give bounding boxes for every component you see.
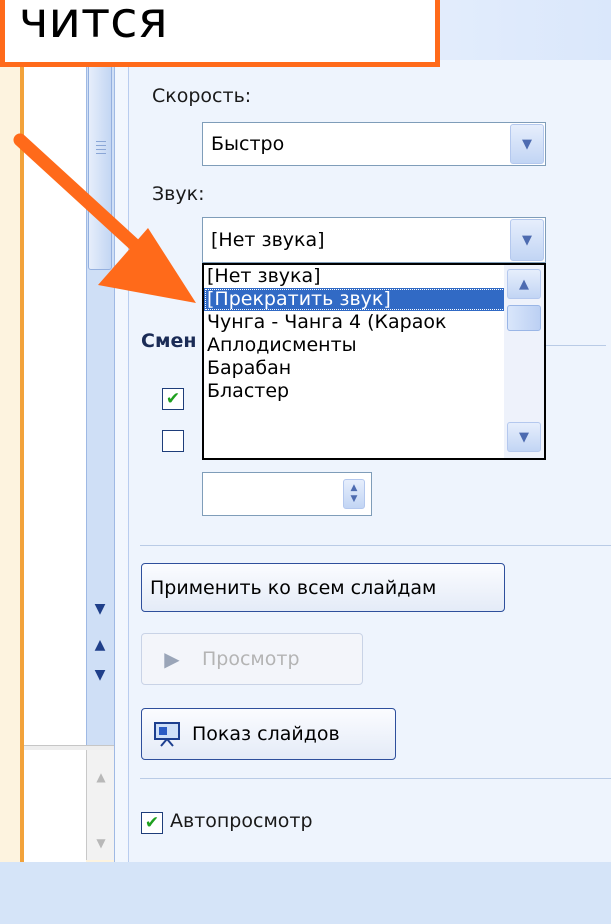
preview-button[interactable]: ▶ Просмотр <box>141 633 363 685</box>
scrollbar-grip-line <box>96 141 106 142</box>
time-spinner[interactable]: ▲ ▼ <box>202 472 372 516</box>
scrollbar-grip-line <box>96 145 106 146</box>
spinner-arrows-icon[interactable]: ▲ ▼ <box>343 479 365 509</box>
window-left-margin <box>0 0 20 924</box>
section-divider <box>140 778 611 779</box>
status-bar-area <box>0 862 611 924</box>
sound-option-item[interactable]: Аплодисменты <box>204 334 544 357</box>
notes-scroll-down-icon[interactable]: ▼ <box>89 830 113 856</box>
sound-value: [Нет звука] <box>211 229 325 251</box>
play-icon: ▶ <box>164 647 180 671</box>
check-icon: ✔ <box>165 389 181 409</box>
speed-dropdown[interactable]: Быстро ▼ <box>202 122 546 166</box>
autopreview-checkbox[interactable]: ✔ <box>141 812 163 834</box>
chevron-down-icon[interactable]: ▼ <box>510 124 544 164</box>
sound-option-item[interactable]: [Нет звука] <box>204 265 544 288</box>
preview-label: Просмотр <box>202 648 300 670</box>
list-scroll-down-icon[interactable]: ▼ <box>507 422 541 452</box>
apply-to-all-button[interactable]: Применить ко всем слайдам <box>141 563 505 612</box>
sound-option-item[interactable]: [Прекратить звук] <box>204 288 544 311</box>
slideshow-icon <box>142 721 192 747</box>
scrollbar-buttons: ▼ ▲ ▼ <box>86 596 114 716</box>
notes-scrollbar[interactable]: ▲ ▼ <box>86 750 115 860</box>
change-section-label: Смен <box>141 330 197 352</box>
advance-on-click-checkbox[interactable]: ✔ <box>162 388 184 410</box>
sound-options-items: [Нет звука] [Прекратить звук] Чунга - Чанг… <box>204 265 544 403</box>
chevron-down-icon[interactable]: ▼ <box>510 219 544 261</box>
previous-slide-icon[interactable]: ▲ <box>88 632 112 658</box>
speed-value: Быстро <box>211 133 285 155</box>
autopreview-label: Автопросмотр <box>170 810 313 832</box>
sound-option-item[interactable]: Барабан <box>204 357 544 380</box>
scrollbar-grip-line <box>96 149 106 150</box>
slide-editing-area[interactable] <box>24 0 86 750</box>
sound-label: Звук: <box>152 183 205 205</box>
speed-label: Скорость: <box>152 85 252 107</box>
next-slide-icon[interactable]: ▼ <box>88 662 112 688</box>
list-scrollbar[interactable]: ▲ ▼ <box>504 265 544 458</box>
slideshow-label: Показ слайдов <box>192 723 340 745</box>
scroll-down-icon[interactable]: ▼ <box>88 596 112 622</box>
sound-options-list[interactable]: [Нет звука] [Прекратить звук] Чунга - Чанг… <box>202 263 546 460</box>
advance-auto-checkbox[interactable] <box>162 430 184 452</box>
sound-option-item[interactable]: Бластер <box>204 380 544 403</box>
sound-dropdown[interactable]: [Нет звука] ▼ <box>202 217 546 263</box>
callout-text: чится <box>19 0 168 49</box>
callout-box: чится <box>0 0 440 67</box>
check-icon: ✔ <box>144 813 160 833</box>
notes-scroll-up-icon[interactable]: ▲ <box>89 764 113 790</box>
sound-option-item[interactable]: Чунга - Чанга 4 (Караок <box>204 311 544 334</box>
section-divider <box>140 545 611 546</box>
slideshow-button[interactable]: Показ слайдов <box>141 708 396 760</box>
scrollbar-grip-line <box>96 153 106 154</box>
list-scroll-thumb[interactable] <box>507 305 541 331</box>
list-scroll-up-icon[interactable]: ▲ <box>507 269 541 299</box>
